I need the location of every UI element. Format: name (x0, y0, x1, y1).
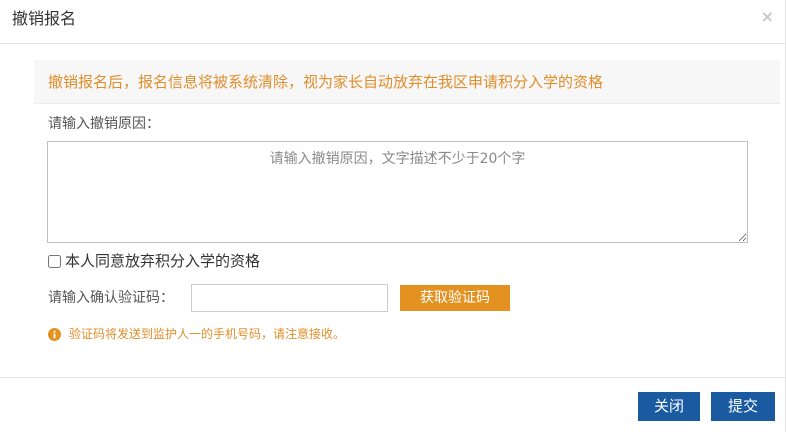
hint-row: 验证码将发送到监护人一的手机号码，请注意接收。 (48, 325, 345, 343)
agree-checkbox[interactable] (48, 254, 61, 268)
dialog-header: 撤销报名 × (0, 0, 786, 44)
submit-button[interactable]: 提交 (711, 392, 775, 421)
cancel-registration-dialog: 撤销报名 × 撤销报名后，报名信息将被系统清除，视为家长自动放弃在我区申请积分入… (0, 0, 786, 432)
reason-label: 请输入撤销原因： (48, 116, 160, 132)
hint-text: 验证码将发送到监护人一的手机号码，请注意接收。 (69, 327, 346, 341)
warning-notice-text: 撤销报名后，报名信息将被系统清除，视为家长自动放弃在我区申请积分入学的资格 (48, 73, 604, 91)
info-circle-icon (48, 327, 61, 341)
get-verification-code-button[interactable]: 获取验证码 (400, 285, 510, 311)
warning-notice: 撤销报名后，报名信息将被系统清除，视为家长自动放弃在我区申请积分入学的资格 (34, 60, 780, 104)
agree-row[interactable]: 本人同意放弃积分入学的资格 (48, 250, 260, 272)
dialog-body: 撤销报名后，报名信息将被系统清除，视为家长自动放弃在我区申请积分入学的资格 请输… (0, 44, 786, 378)
verification-code-label: 请输入确认验证码： (48, 290, 174, 306)
verification-code-input[interactable] (191, 284, 388, 312)
close-icon[interactable]: × (761, 8, 774, 26)
close-button[interactable]: 关闭 (638, 392, 700, 421)
dialog-title: 撤销报名 (12, 9, 77, 28)
reason-textarea[interactable] (47, 141, 748, 243)
agree-label: 本人同意放弃积分入学的资格 (65, 252, 261, 270)
